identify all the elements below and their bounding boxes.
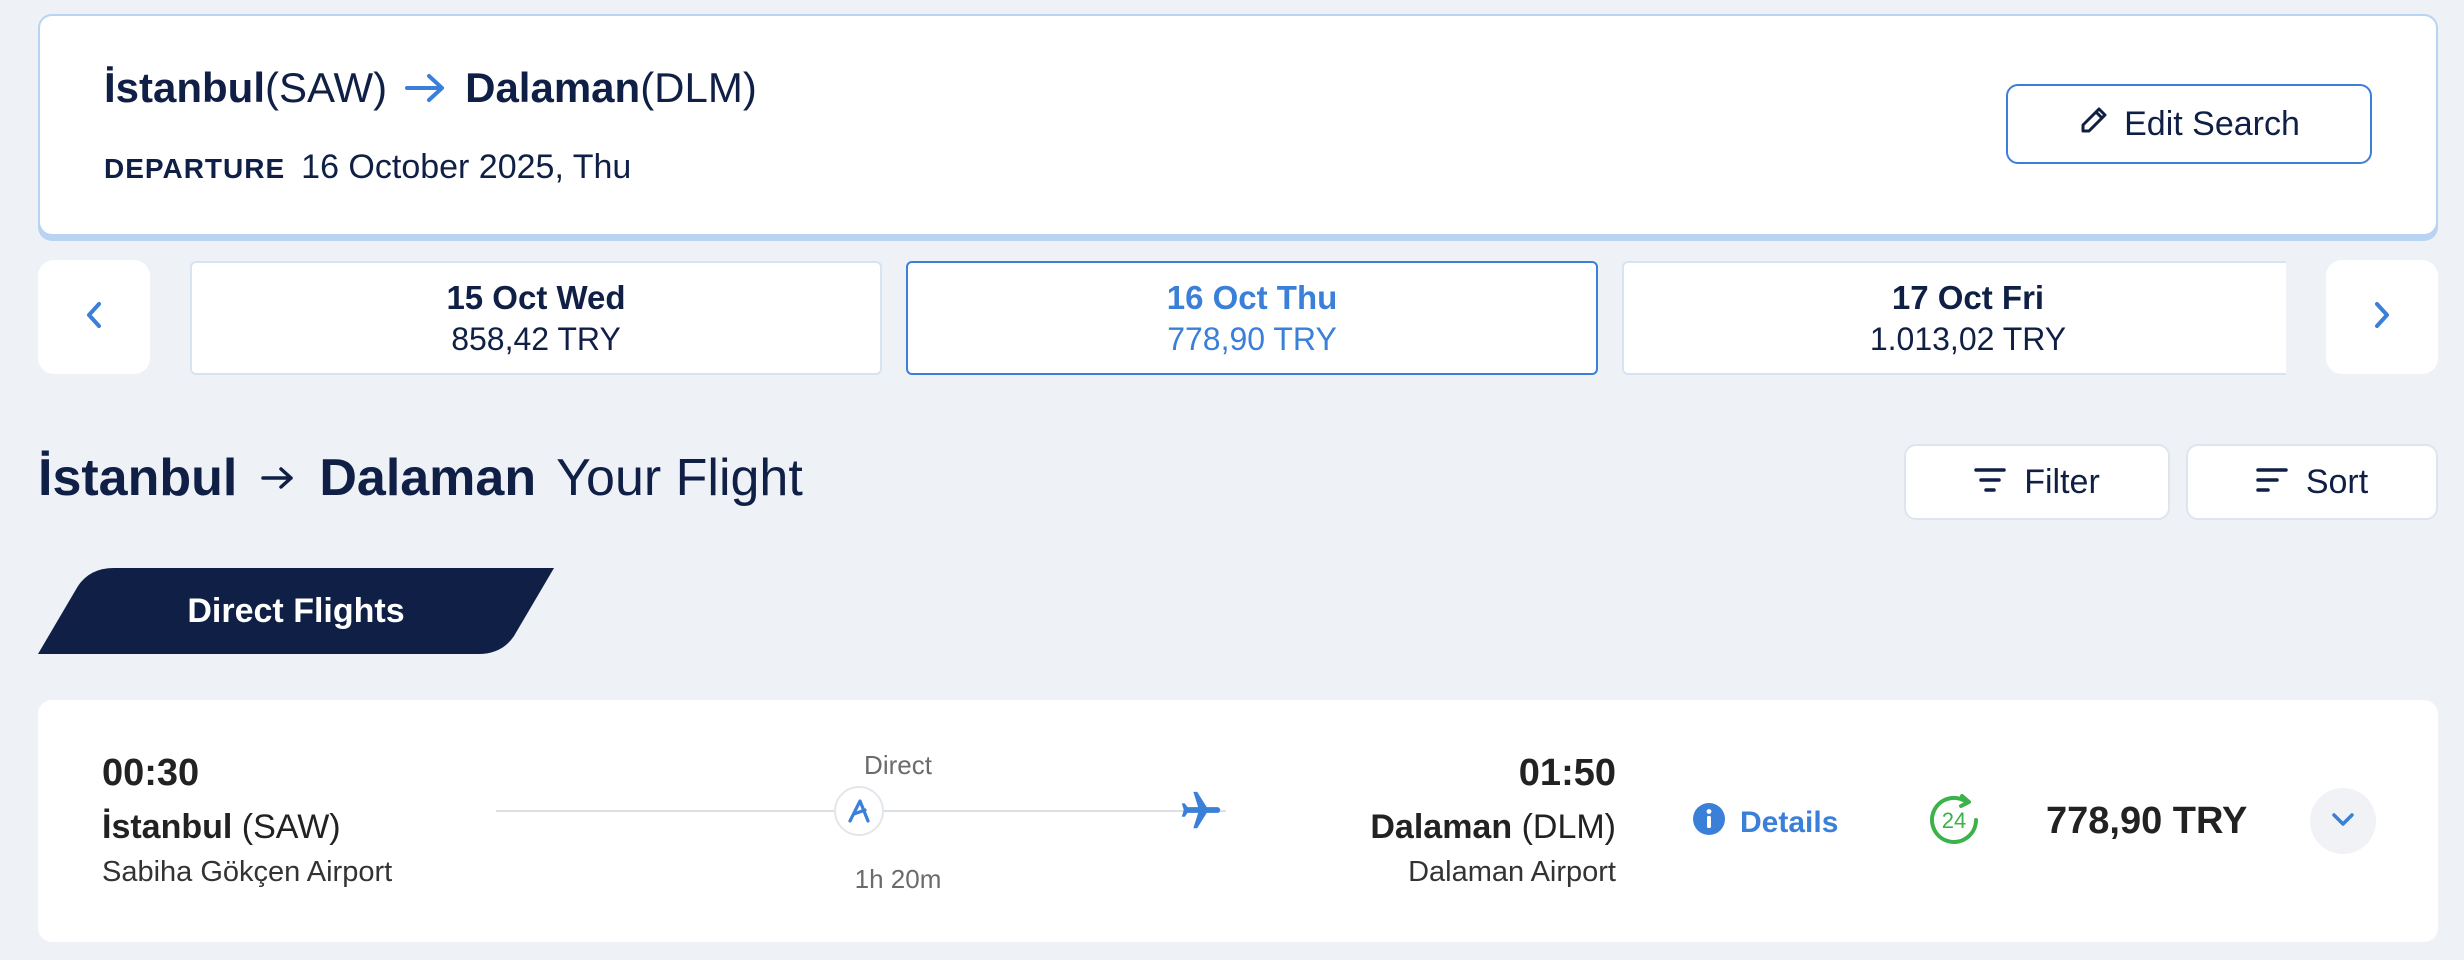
expand-flight-button[interactable] [2310, 788, 2376, 854]
chevron-left-icon [84, 300, 104, 335]
arrival-time: 01:50 [1518, 752, 1616, 794]
date-option-17-oct[interactable]: 17 Oct Fri 1.013,02 TRY [1622, 261, 2286, 375]
arrival-city-name: Dalaman [1370, 808, 1513, 846]
search-summary-card: İstanbul (SAW) Dalaman (DLM) DEPARTURE 1… [38, 14, 2438, 236]
tab-direct-flights[interactable]: Direct Flights [38, 568, 554, 654]
filter-label: Filter [2024, 462, 2100, 501]
airline-logo-icon [834, 786, 884, 836]
departure-info: DEPARTURE 16 October 2025, Thu [104, 148, 631, 187]
details-link[interactable]: Details [1692, 802, 1838, 844]
departure-time: 00:30 [102, 752, 200, 794]
date-option-price: 1.013,02 TRY [1869, 320, 2067, 357]
origin-city: İstanbul [104, 64, 266, 111]
departure-city-name: İstanbul [102, 808, 233, 846]
next-date-button[interactable] [2326, 260, 2438, 374]
tab-direct-flights-label: Direct Flights [187, 591, 405, 630]
chevron-right-icon [2372, 300, 2392, 335]
date-option-15-oct[interactable]: 15 Oct Wed 858,42 TRY [190, 261, 882, 375]
info-icon [1692, 802, 1726, 844]
date-option-price: 778,90 TRY [1167, 320, 1337, 357]
filter-button[interactable]: Filter [1904, 444, 2170, 520]
stop-label: Direct [864, 750, 932, 780]
24h-badge-text: 24 [1942, 808, 1966, 833]
destination-city: Dalaman [465, 64, 641, 111]
filter-icon [1974, 463, 2006, 502]
date-option-day: 17 Oct Fri [1891, 278, 2045, 316]
edit-search-button[interactable]: Edit Search [2006, 84, 2372, 164]
edit-search-label: Edit Search [2124, 104, 2300, 143]
flight-duration: 1h 20m [854, 864, 942, 894]
route-summary: İstanbul (SAW) Dalaman (DLM) [104, 64, 757, 112]
pencil-icon [2078, 104, 2110, 145]
date-option-day: 15 Oct Wed [446, 278, 626, 316]
sort-icon [2256, 463, 2288, 502]
arrow-right-icon [261, 465, 295, 491]
arrival-city: Dalaman (DLM) [1370, 808, 1616, 847]
destination-code: (DLM) [640, 64, 757, 111]
origin-code: (SAW) [265, 64, 388, 111]
title-origin: İstanbul [38, 449, 238, 507]
title-subtitle: Your Flight [556, 449, 803, 507]
plane-icon [1178, 788, 1224, 839]
arrival-city-code: (DLM) [1521, 808, 1616, 846]
details-label: Details [1740, 806, 1839, 839]
departure-airport: Sabiha Gökçen Airport [102, 856, 393, 888]
arrow-right-icon [405, 73, 447, 103]
title-destination: Dalaman [319, 449, 537, 507]
date-option-day: 16 Oct Thu [1166, 278, 1338, 316]
departure-label: DEPARTURE [104, 153, 286, 184]
date-option-price: 858,42 TRY [451, 320, 621, 357]
previous-date-button[interactable] [38, 260, 150, 374]
flight-result-card[interactable]: 00:30 İstanbul (SAW) Sabiha Gökçen Airpo… [38, 700, 2438, 942]
flight-price: 778,90 TRY [2046, 800, 2248, 842]
sort-button[interactable]: Sort [2186, 444, 2438, 520]
date-selector: 15 Oct Wed 858,42 TRY 16 Oct Thu 778,90 … [190, 260, 2286, 376]
arrival-airport: Dalaman Airport [1408, 856, 1616, 888]
chevron-down-icon [2330, 810, 2356, 833]
departure-date: 16 October 2025, Thu [301, 148, 632, 186]
departure-city-code: (SAW) [241, 808, 341, 846]
24h-icon: 24 [1926, 792, 1982, 853]
sort-label: Sort [2305, 462, 2369, 501]
page-title: İstanbul Dalaman Your Flight [38, 448, 803, 508]
date-option-16-oct[interactable]: 16 Oct Thu 778,90 TRY [906, 261, 1598, 375]
departure-city: İstanbul (SAW) [102, 808, 341, 847]
